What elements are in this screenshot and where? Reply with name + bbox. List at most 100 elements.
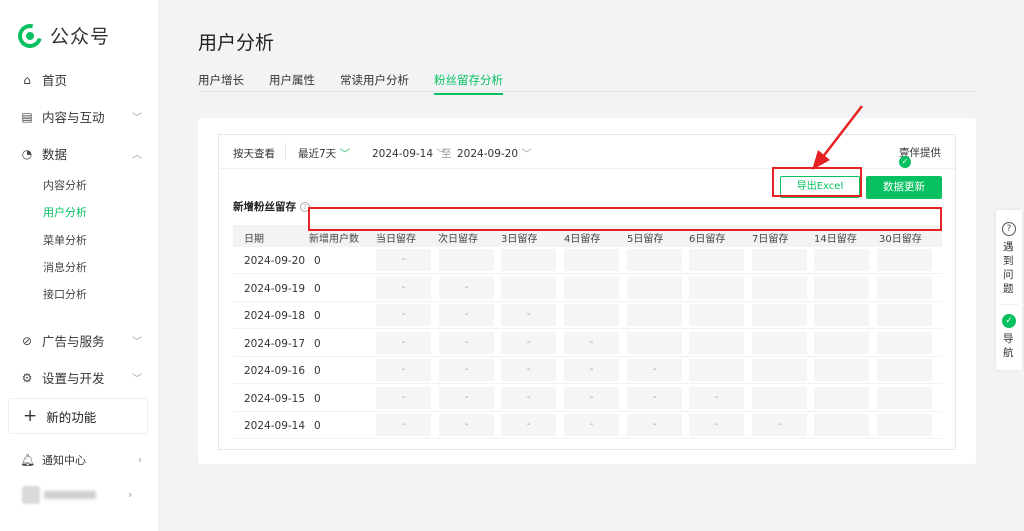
document-icon: ▤ [21, 109, 33, 124]
column-header: 次日留存 [438, 234, 478, 245]
new-users-cell: 0 [314, 255, 321, 267]
date-cell: 2024-09-19 [244, 282, 306, 295]
table-row: 2024-09-20 0 - [233, 247, 942, 274]
sidebar: 公众号 ⌂ 首页 ▤ 内容与互动 ﹀ ◔ 数据 ︿ 内容分析 用户分析 菜单分析… [0, 0, 158, 531]
chevron-up-icon: ︿ [132, 150, 142, 161]
tab-user-attributes[interactable]: 用户属性 [269, 72, 315, 93]
retention-cell [877, 304, 932, 326]
range-select-value: 最近7天 [298, 148, 337, 160]
logo[interactable]: 公众号 [13, 19, 110, 52]
annotation-box-columns [308, 207, 942, 231]
date-cell: 2024-09-18 [244, 310, 306, 322]
retention-cell [814, 276, 869, 299]
sidebar-subitem-api-analysis[interactable]: 接口分析 [43, 286, 87, 302]
retention-cell: - [627, 386, 682, 409]
retention-cell: - [564, 414, 619, 436]
chevron-down-icon: ﹀ [132, 337, 142, 348]
yiban-logo-icon: ✓ [899, 156, 911, 168]
tab-bar: 用户增长 用户属性 常读用户分析 粉丝留存分析 [198, 72, 976, 95]
retention-cell [564, 304, 619, 326]
column-header: 5日留存 [627, 234, 664, 245]
chevron-down-icon: ﹀ [132, 113, 142, 124]
account-chevron[interactable]: › [128, 488, 138, 501]
table-row: 2024-09-15 0- - - - - - [233, 385, 942, 412]
account-avatar[interactable] [22, 486, 40, 504]
retention-cell: - [376, 331, 431, 354]
new-feature-button[interactable]: + 新的功能 [8, 398, 148, 434]
divider [1000, 304, 1018, 305]
end-date-value: 2024-09-20 [457, 148, 519, 160]
column-header: 4日留存 [564, 234, 601, 245]
retention-cell [689, 359, 744, 381]
home-icon: ⌂ [23, 72, 31, 87]
retention-cell [877, 276, 932, 299]
sidebar-subitem-content-analysis[interactable]: 内容分析 [43, 177, 87, 193]
retention-cell [814, 304, 869, 326]
sidebar-item-label: 内容与互动 [42, 110, 105, 125]
sidebar-subitem-user-analysis[interactable]: 用户分析 [43, 204, 87, 220]
new-users-cell: 0 [314, 392, 321, 405]
sidebar-subitem-menu-analysis[interactable]: 菜单分析 [43, 232, 87, 248]
retention-cell [689, 249, 744, 271]
new-feature-label: 新的功能 [46, 409, 97, 425]
retention-cell [439, 249, 494, 271]
retention-cell [877, 414, 932, 436]
compass-icon: ⊘ [21, 333, 33, 348]
retention-cell [814, 386, 869, 409]
range-select[interactable]: 最近7天 ﹀ [298, 146, 350, 161]
tab-fan-retention[interactable]: 粉丝留存分析 [434, 72, 503, 95]
retention-cell: - [376, 414, 431, 436]
sidebar-item-settings[interactable]: ⚙ 设置与开发 ﹀ [20, 368, 142, 387]
retention-cell [689, 331, 744, 354]
retention-cell: - [564, 386, 619, 409]
chevron-down-icon: ﹀ [132, 374, 142, 385]
sidebar-item-label: 设置与开发 [42, 371, 105, 386]
date-cell: 2024-09-16 [244, 365, 306, 377]
retention-cell [814, 359, 869, 381]
page-title: 用户分析 [198, 32, 275, 54]
sidebar-item-content[interactable]: ▤ 内容与互动 ﹀ [20, 107, 142, 126]
sidebar-item-home[interactable]: ⌂ 首页 [20, 70, 140, 89]
sidebar-item-data[interactable]: ◔ 数据 ︿ [20, 144, 142, 163]
retention-cell [501, 276, 556, 299]
chart-icon: ◔ [21, 146, 33, 161]
nav-label[interactable]: 导航 [1003, 332, 1015, 360]
date-cell: 2024-09-20 [244, 255, 306, 267]
new-users-cell: 0 [314, 282, 321, 295]
end-date-select[interactable]: 2024-09-20 ﹀ [457, 146, 532, 161]
new-users-cell: 0 [314, 420, 321, 432]
retention-cell: - [564, 331, 619, 354]
update-data-button[interactable]: 数据更新 [866, 176, 942, 199]
date-separator: 至 [441, 148, 452, 160]
question-icon[interactable]: ? [1002, 222, 1016, 236]
retention-cell [877, 359, 932, 381]
retention-cell [877, 386, 932, 409]
sidebar-item-label: 广告与服务 [42, 334, 105, 349]
retention-cell [627, 331, 682, 354]
help-label[interactable]: 遇到问题 [1003, 240, 1015, 296]
sidebar-subitem-message-analysis[interactable]: 消息分析 [43, 259, 87, 275]
new-users-cell: 0 [314, 365, 321, 377]
navigation-icon[interactable]: ✓ [1002, 314, 1016, 328]
section-title: 新增粉丝留存? [233, 199, 310, 214]
retention-cell: - [376, 304, 431, 326]
chevron-down-icon: ﹀ [521, 148, 532, 160]
sidebar-item-notifications[interactable]: 🔔︎ 通知中心 › [20, 452, 142, 468]
retention-cell [752, 276, 807, 299]
tab-user-growth[interactable]: 用户增长 [198, 72, 244, 93]
retention-cell: - [627, 359, 682, 381]
retention-cell [877, 331, 932, 354]
start-date-select[interactable]: 2024-09-14 ﹀ [372, 146, 447, 161]
table-row: 2024-09-19 0 - - [233, 275, 942, 302]
tab-frequent-readers[interactable]: 常读用户分析 [340, 72, 409, 93]
chevron-right-icon: › [128, 488, 133, 501]
filter-row: 按天查看 最近7天 ﹀ 2024-09-14 ﹀ 至 2024-09-20 ﹀ … [219, 135, 957, 169]
retention-cell [752, 331, 807, 354]
retention-cell [689, 276, 744, 299]
retention-cell: - [501, 359, 556, 381]
column-header: 30日留存 [879, 234, 922, 245]
sidebar-item-ads[interactable]: ⊘ 广告与服务 ﹀ [20, 331, 142, 350]
retention-cell: - [376, 276, 431, 299]
table-row: 2024-09-16 0- - - - - [233, 357, 942, 384]
retention-cell: - [439, 414, 494, 436]
